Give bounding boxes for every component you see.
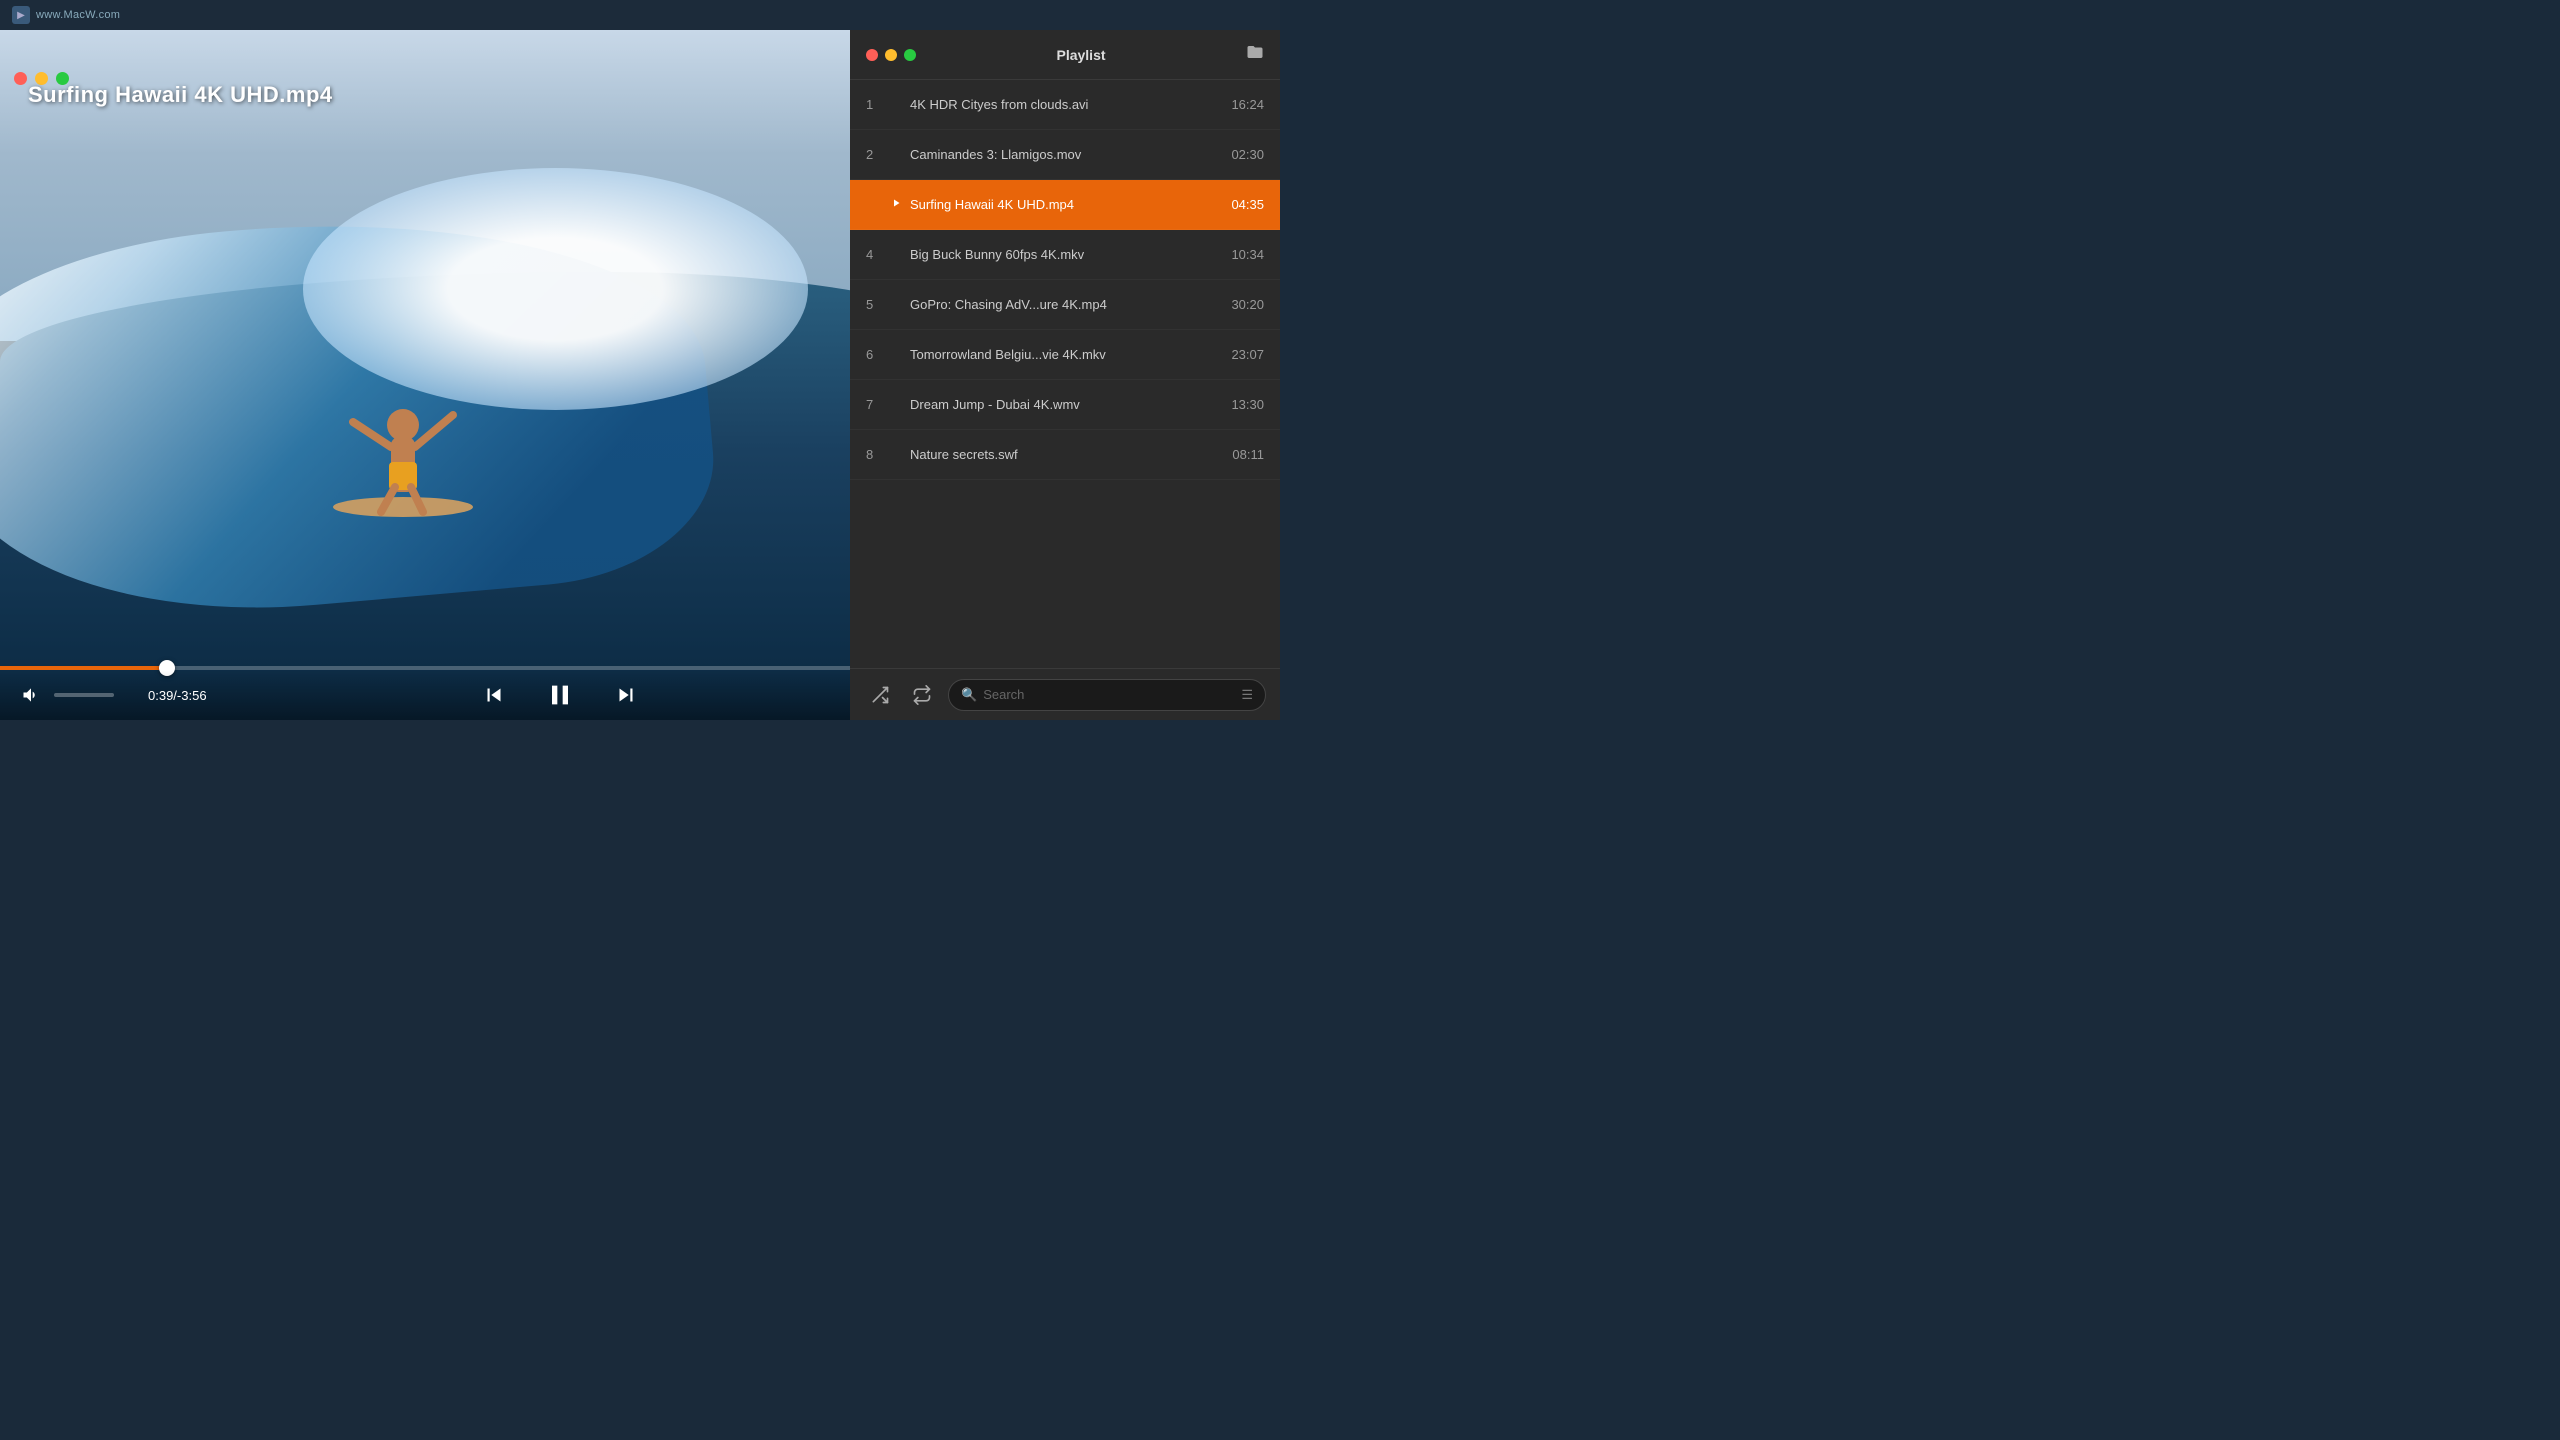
- item-duration: 10:34: [1231, 247, 1264, 262]
- playlist-panel: Playlist 14K HDR Cityes from clouds.avi1…: [850, 30, 1280, 720]
- item-number: 4: [866, 247, 890, 262]
- playlist-items-list: 1 4K HDR Cityes from clouds.avi 16:24 2 Cami…: [850, 80, 1280, 668]
- app-logo-icon: ▶: [12, 6, 30, 24]
- top-bar: ▶ www.MacW.com: [0, 0, 1280, 30]
- video-title: Surfing Hawaii 4K UHD.mp4: [28, 82, 333, 108]
- playlist-minimize-button[interactable]: [885, 49, 897, 61]
- item-number: 1: [866, 97, 890, 112]
- search-input[interactable]: [983, 687, 1235, 702]
- playlist-item[interactable]: 5 GoPro: Chasing AdV...ure 4K.mp4 30:20: [850, 280, 1280, 330]
- folder-icon-button[interactable]: [1246, 43, 1264, 66]
- search-icon: 🔍: [961, 687, 977, 703]
- playlist-footer: 🔍 ☰: [850, 668, 1280, 720]
- scene-surfer: [323, 287, 483, 527]
- shuffle-button[interactable]: [864, 679, 896, 711]
- playlist-item[interactable]: 4 Big Buck Bunny 60fps 4K.mkv 10:34: [850, 230, 1280, 280]
- playlist-item[interactable]: 1 4K HDR Cityes from clouds.avi 16:24: [850, 80, 1280, 130]
- volume-area: [16, 680, 136, 710]
- item-play-icon: [890, 197, 910, 212]
- playlist-close-button[interactable]: [866, 49, 878, 61]
- search-end-icon: ☰: [1241, 687, 1253, 703]
- playlist-item[interactable]: 2 Caminandes 3: Llamigos.mov 02:30: [850, 130, 1280, 180]
- volume-bar[interactable]: [54, 693, 114, 697]
- item-name: GoPro: Chasing AdV...ure 4K.mp4: [910, 297, 1223, 312]
- item-name: Caminandes 3: Llamigos.mov: [910, 147, 1223, 162]
- item-name: Big Buck Bunny 60fps 4K.mkv: [910, 247, 1223, 262]
- prev-button[interactable]: [477, 678, 511, 712]
- item-name: Tomorrowland Belgiu...vie 4K.mkv: [910, 347, 1223, 362]
- window-close-button[interactable]: [14, 72, 27, 85]
- item-name: Surfing Hawaii 4K UHD.mp4: [910, 197, 1223, 212]
- item-number: 2: [866, 147, 890, 162]
- search-box[interactable]: 🔍 ☰: [948, 679, 1266, 711]
- item-duration: 13:30: [1231, 397, 1264, 412]
- next-button[interactable]: [609, 678, 643, 712]
- item-name: Dream Jump - Dubai 4K.wmv: [910, 397, 1223, 412]
- item-duration: 16:24: [1231, 97, 1264, 112]
- item-duration: 30:20: [1231, 297, 1264, 312]
- item-number: 5: [866, 297, 890, 312]
- item-duration: 02:30: [1231, 147, 1264, 162]
- item-number: 8: [866, 447, 890, 462]
- playback-controls: [207, 674, 914, 716]
- logo-area: ▶ www.MacW.com: [12, 6, 120, 24]
- playlist-title: Playlist: [916, 47, 1246, 63]
- item-name: Nature secrets.swf: [910, 447, 1224, 462]
- pause-button[interactable]: [539, 674, 581, 716]
- item-number: 6: [866, 347, 890, 362]
- item-duration: 08:11: [1232, 447, 1264, 462]
- playlist-item[interactable]: Surfing Hawaii 4K UHD.mp4 04:35: [850, 180, 1280, 230]
- time-display: 0:39/-3:56: [148, 688, 207, 703]
- website-url: www.MacW.com: [36, 9, 120, 21]
- item-name: 4K HDR Cityes from clouds.avi: [910, 97, 1223, 112]
- item-number: 7: [866, 397, 890, 412]
- repeat-button[interactable]: [906, 679, 938, 711]
- playlist-window-controls: [866, 49, 916, 61]
- playlist-item[interactable]: 6 Tomorrowland Belgiu...vie 4K.mkv 23:07: [850, 330, 1280, 380]
- playlist-maximize-button[interactable]: [904, 49, 916, 61]
- item-duration: 04:35: [1231, 197, 1264, 212]
- playlist-item[interactable]: 7 Dream Jump - Dubai 4K.wmv 13:30: [850, 380, 1280, 430]
- volume-button[interactable]: [16, 680, 46, 710]
- playlist-item[interactable]: 8 Nature secrets.swf 08:11: [850, 430, 1280, 480]
- item-duration: 23:07: [1231, 347, 1264, 362]
- playlist-header: Playlist: [850, 30, 1280, 80]
